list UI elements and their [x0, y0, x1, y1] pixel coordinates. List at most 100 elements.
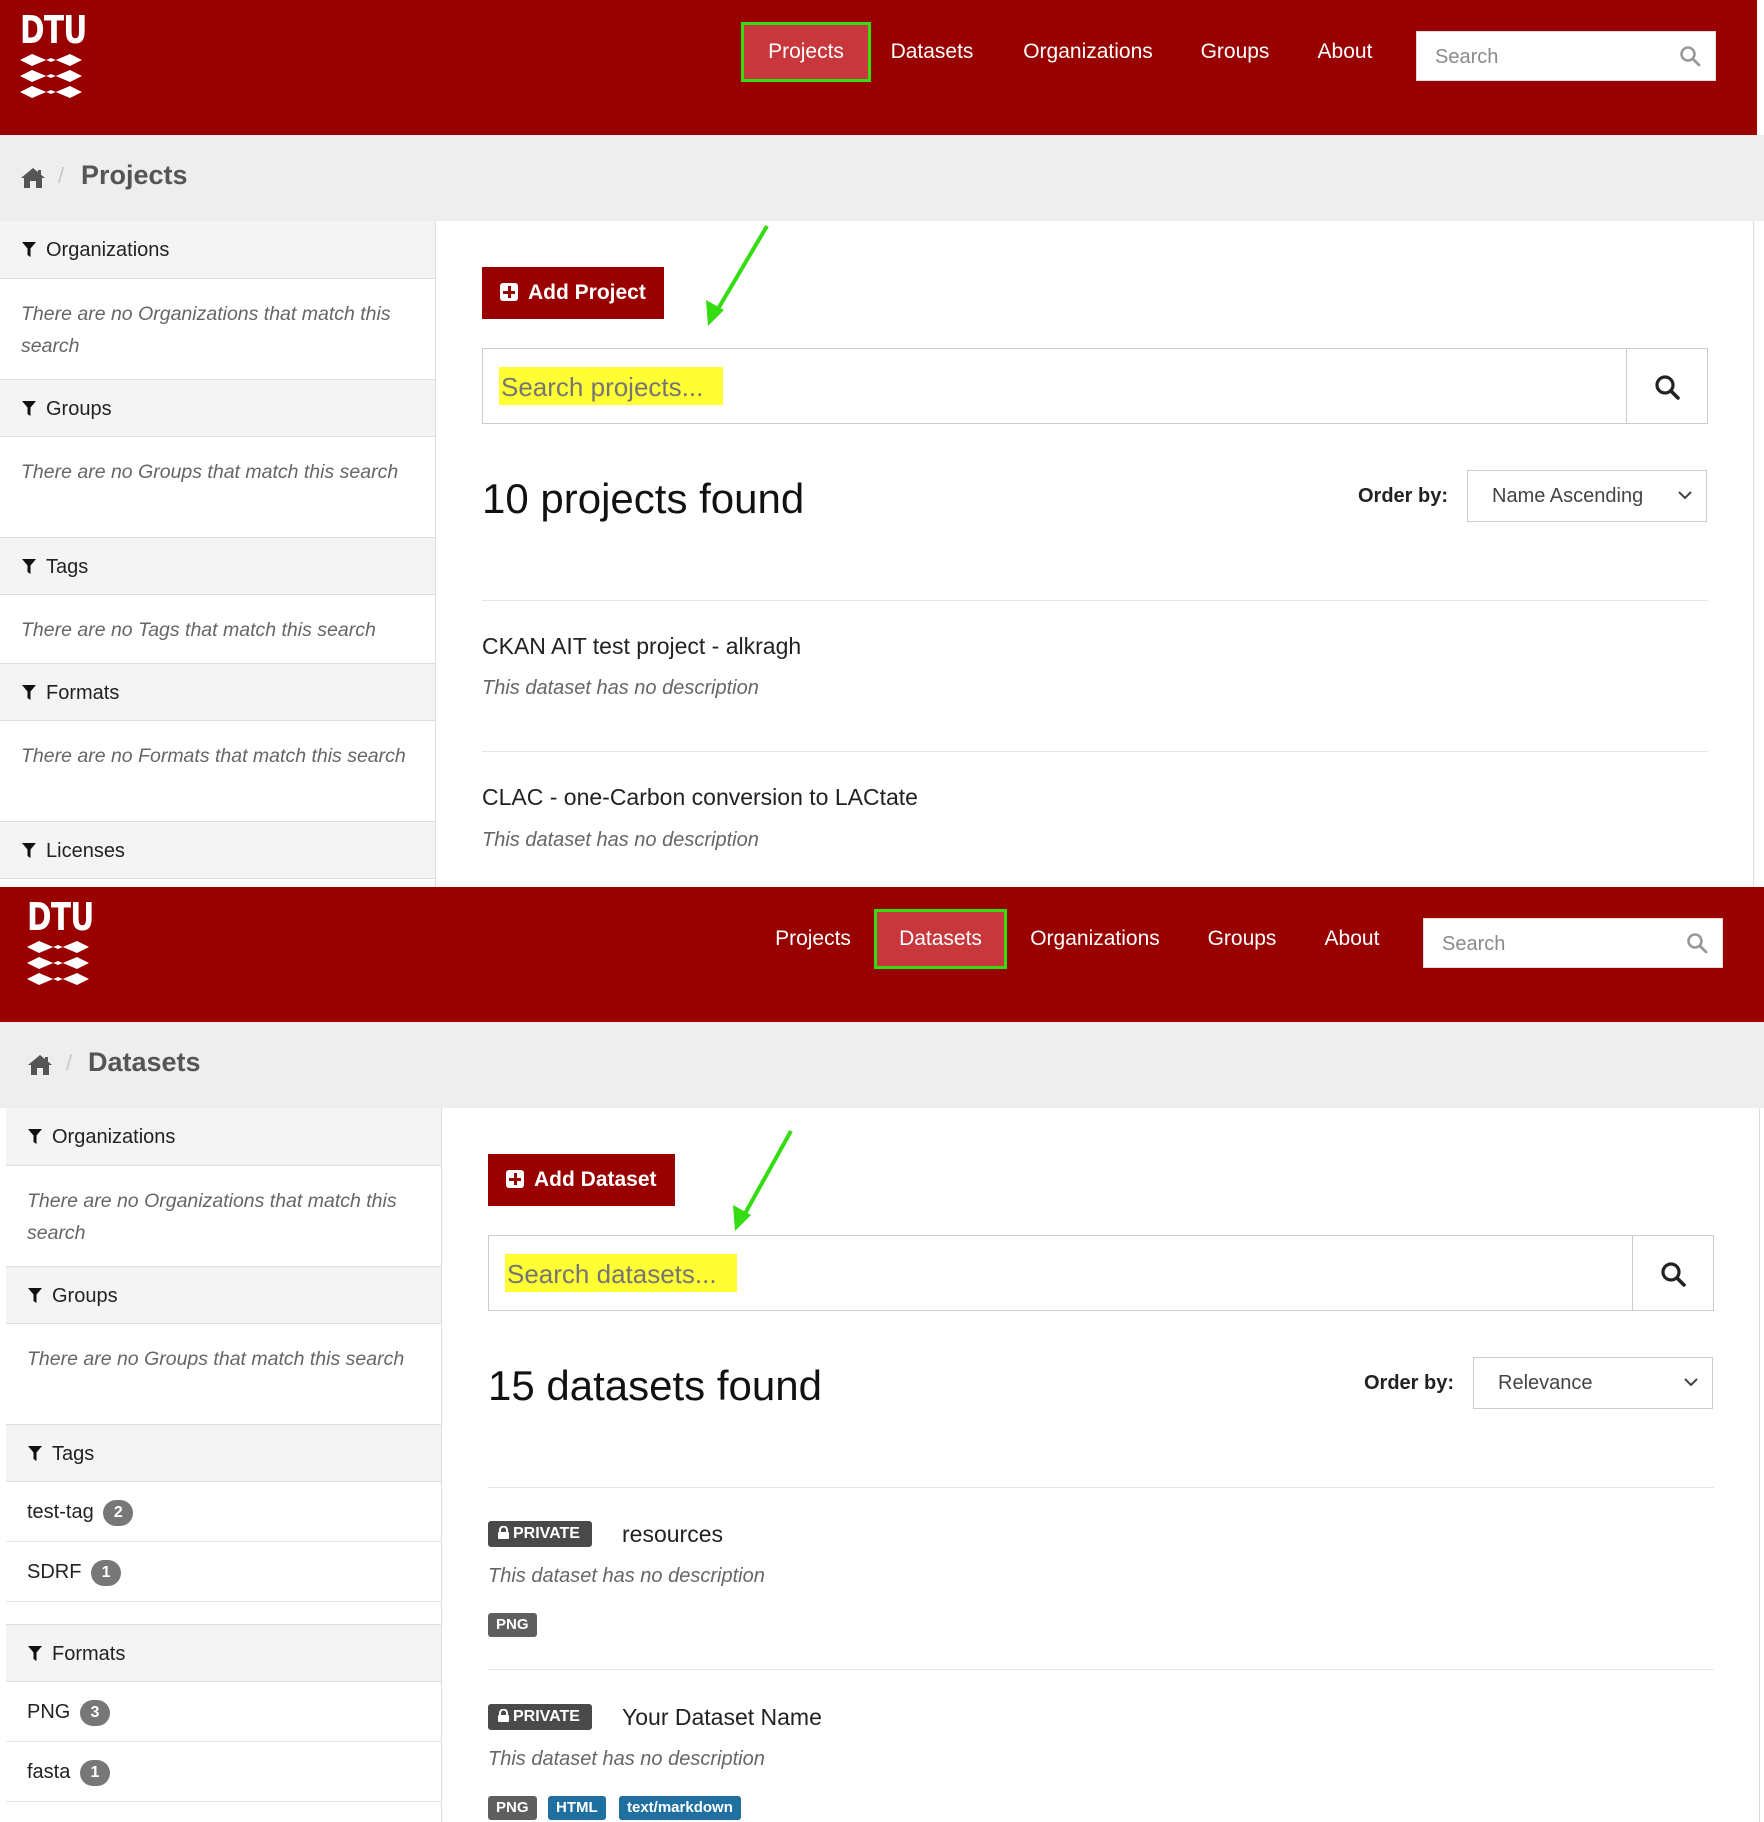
- order-by-select[interactable]: Relevance: [1473, 1357, 1713, 1409]
- search-icon[interactable]: [1686, 932, 1708, 954]
- nav-organizations[interactable]: Organizations: [1017, 909, 1173, 969]
- facet-formats-heading[interactable]: Formats: [0, 663, 435, 721]
- nav-datasets[interactable]: Datasets: [876, 22, 988, 82]
- facet-tag-item[interactable]: test-tag 2: [6, 1482, 441, 1542]
- facet-organizations-heading[interactable]: Organizations: [0, 221, 435, 279]
- home-icon[interactable]: [27, 1054, 53, 1076]
- project-search-input[interactable]: [499, 366, 1103, 408]
- add-project-button[interactable]: Add Project: [482, 267, 664, 319]
- divider: [482, 751, 1708, 752]
- facet-label: Groups: [52, 1285, 118, 1307]
- order-by-select[interactable]: Name Ascending: [1467, 470, 1707, 522]
- project-search-box: [482, 348, 1708, 424]
- facet-empty-message: There are no Groups that match this sear…: [27, 1348, 405, 1370]
- results-count: 10 projects found: [482, 475, 805, 522]
- facet-formats-heading[interactable]: Formats: [6, 1624, 441, 1682]
- dataset-search-button[interactable]: [1632, 1236, 1713, 1310]
- facet-tags-heading[interactable]: Tags: [0, 537, 435, 595]
- dtu-waves-icon: [20, 54, 82, 98]
- plus-square-icon: [500, 283, 518, 301]
- project-description: This dataset has no description: [482, 677, 759, 699]
- dataset-title-link[interactable]: resources: [622, 1521, 723, 1548]
- breadcrumb-current[interactable]: Datasets: [88, 1047, 201, 1078]
- facet-label: Tags: [46, 556, 89, 578]
- facet-empty-message: There are no Formats that match this sea…: [21, 745, 406, 767]
- facet-format-item[interactable]: PNG 3: [6, 1682, 441, 1742]
- format-badge[interactable]: HTML: [548, 1796, 606, 1820]
- divider: [482, 600, 1708, 601]
- order-by-value: Name Ascending: [1492, 485, 1644, 507]
- facet-format-item[interactable]: fasta 1: [6, 1742, 441, 1802]
- facet-spacer: [6, 1602, 441, 1624]
- search-icon[interactable]: [1679, 45, 1701, 67]
- facet-tags-heading[interactable]: Tags: [6, 1424, 441, 1482]
- breadcrumb-current[interactable]: Projects: [81, 160, 188, 191]
- facet-item-label: fasta: [27, 1761, 71, 1783]
- facet-label: Organizations: [52, 1126, 176, 1148]
- project-search-button[interactable]: [1626, 349, 1707, 423]
- facet-item-label: PNG: [27, 1701, 71, 1723]
- lock-icon: [498, 1525, 509, 1539]
- breadcrumb-separator: /: [66, 1050, 73, 1075]
- header-search: [1423, 918, 1723, 969]
- add-project-label: Add Project: [528, 281, 646, 304]
- private-label: PRIVATE: [488, 1521, 592, 1547]
- filter-icon: [22, 559, 36, 574]
- facet-groups-heading[interactable]: Groups: [6, 1266, 441, 1324]
- count-badge: 1: [79, 1760, 110, 1786]
- private-text: PRIVATE: [513, 1708, 580, 1725]
- count-badge: 1: [91, 1560, 122, 1586]
- facet-empty-message: There are no Groups that match this sear…: [21, 461, 399, 483]
- format-badge[interactable]: PNG: [488, 1613, 537, 1637]
- plus-square-icon: [506, 1170, 524, 1188]
- divider: [488, 1487, 1714, 1488]
- dtu-logo[interactable]: DTU: [27, 895, 94, 992]
- nav-projects[interactable]: Projects: [741, 22, 871, 82]
- facet-groups-heading[interactable]: Groups: [0, 379, 435, 437]
- dataset-description: This dataset has no description: [488, 1565, 765, 1587]
- breadcrumb: / Projects: [0, 135, 1764, 221]
- facet-label: Licenses: [46, 840, 125, 862]
- green-arrow-annotation: [733, 1130, 793, 1231]
- dataset-description: This dataset has no description: [488, 1748, 765, 1770]
- filter-icon: [22, 685, 36, 700]
- dtu-waves-icon: [27, 941, 89, 985]
- facet-tag-item[interactable]: SDRF 1: [6, 1542, 441, 1602]
- filter-icon: [22, 401, 36, 416]
- nav-about[interactable]: About: [1304, 22, 1386, 82]
- nav-projects[interactable]: Projects: [766, 909, 860, 969]
- format-badge[interactable]: text/markdown: [619, 1796, 741, 1820]
- dataset-title-link[interactable]: Your Dataset Name: [622, 1704, 822, 1731]
- logo-text: DTU: [27, 895, 94, 939]
- order-by-label: Order by:: [1358, 485, 1449, 507]
- facet-organizations-heading[interactable]: Organizations: [6, 1108, 441, 1166]
- home-icon[interactable]: [20, 167, 46, 189]
- add-dataset-button[interactable]: Add Dataset: [488, 1154, 675, 1206]
- project-title-link[interactable]: CKAN AIT test project - alkragh: [482, 633, 801, 660]
- header-search-input[interactable]: [1433, 32, 1667, 82]
- datasets-screenshot: DTU Projects Datasets Organizations Grou…: [0, 887, 1764, 1822]
- facet-label: Tags: [52, 1443, 95, 1465]
- facet-label: Formats: [46, 682, 120, 704]
- dtu-logo[interactable]: DTU: [20, 10, 87, 105]
- nav-groups[interactable]: Groups: [1188, 22, 1282, 82]
- format-badge[interactable]: PNG: [488, 1796, 537, 1820]
- nav-organizations[interactable]: Organizations: [1010, 22, 1166, 82]
- facet-licenses-heading[interactable]: Licenses: [0, 821, 435, 879]
- header-search: [1416, 31, 1716, 82]
- project-title-link[interactable]: CLAC - one-Carbon conversion to LACtate: [482, 784, 918, 811]
- project-description: This dataset has no description: [482, 829, 759, 851]
- dataset-search-input[interactable]: [505, 1253, 1109, 1295]
- header-search-input[interactable]: [1440, 919, 1674, 969]
- main-content: Add Project 10 projects found Order by: …: [435, 221, 1754, 887]
- nav-groups[interactable]: Groups: [1195, 909, 1289, 969]
- lock-icon: [498, 1708, 509, 1722]
- filter-icon: [22, 843, 36, 858]
- dataset-search-box: [488, 1235, 1714, 1311]
- nav-datasets[interactable]: Datasets: [874, 909, 1007, 969]
- facet-label: Formats: [52, 1643, 126, 1665]
- facet-label: Organizations: [46, 239, 170, 261]
- facet-label: Groups: [46, 398, 112, 420]
- facet-sidebar: Organizations There are no Organizations…: [6, 1108, 442, 1822]
- nav-about[interactable]: About: [1311, 909, 1393, 969]
